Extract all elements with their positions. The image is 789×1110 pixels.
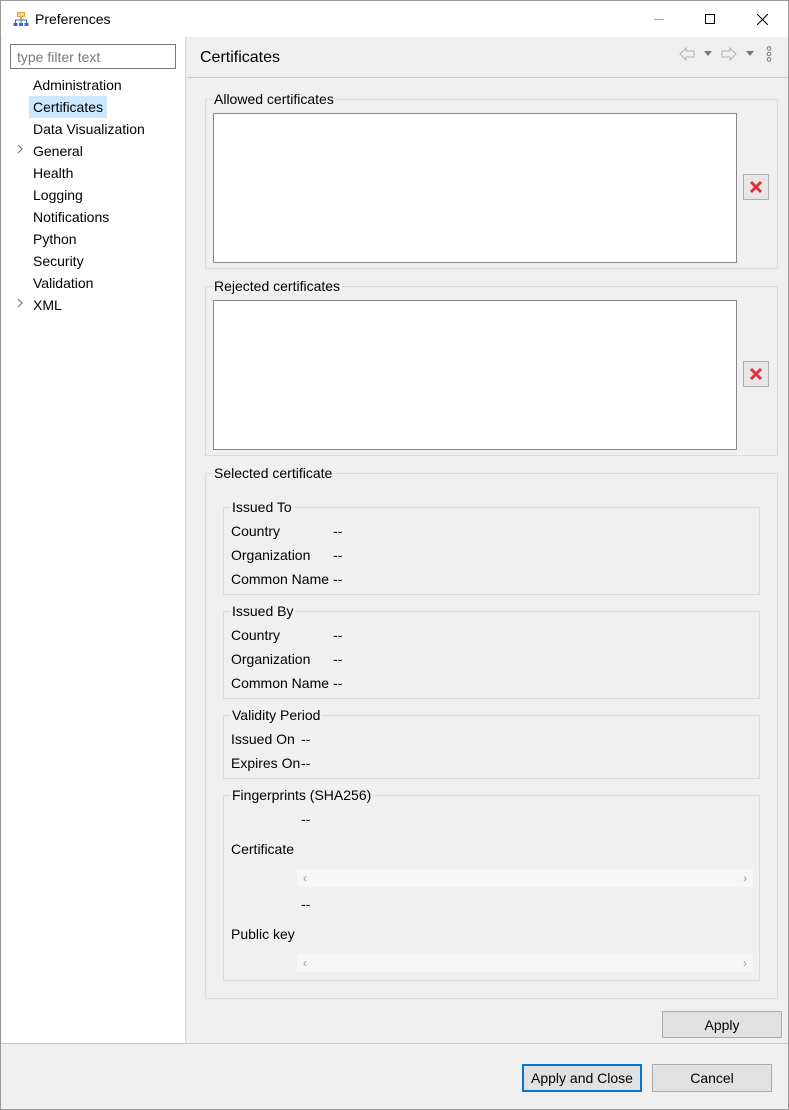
remove-x-icon (749, 180, 763, 194)
issued-by-country-label: Country (231, 627, 281, 643)
tree-item-label: Administration (33, 77, 122, 93)
apply-and-close-button[interactable]: Apply and Close (522, 1064, 642, 1092)
issued-by-organization-label: Organization (231, 651, 311, 667)
filter-input[interactable] (10, 44, 176, 69)
minimize-icon (654, 19, 664, 20)
preferences-app-icon (13, 11, 29, 27)
apply-button[interactable]: Apply (662, 1011, 782, 1038)
certificate-fingerprint-label: Certificate (231, 841, 295, 857)
forward-dropdown-icon[interactable] (746, 49, 754, 59)
back-dropdown-icon[interactable] (704, 49, 712, 59)
issued-by-legend: Issued By (232, 603, 294, 619)
issued-by-country-value: -- (333, 627, 343, 643)
tree-item-certificates[interactable]: Certificates (2, 96, 186, 118)
forward-arrow-icon[interactable] (721, 46, 737, 65)
tree-item-health[interactable]: Health (2, 162, 186, 184)
minimize-button[interactable] (636, 1, 682, 37)
cancel-button[interactable]: Cancel (652, 1064, 772, 1092)
title-bar: Preferences (1, 1, 788, 37)
fingerprints-legend: Fingerprints (SHA256) (232, 787, 372, 803)
window-title: Preferences (35, 11, 111, 27)
tree-item-administration[interactable]: Administration (2, 74, 186, 96)
footer-separator (1, 1043, 788, 1044)
scroll-left-icon[interactable]: ‹ (303, 954, 307, 972)
tree-item-security[interactable]: Security (2, 250, 186, 272)
tree-item-label: Logging (33, 187, 83, 203)
rejected-certificates-list[interactable] (213, 300, 737, 450)
tree-item-label: Security (33, 253, 84, 269)
close-button[interactable] (739, 1, 785, 37)
scroll-left-icon[interactable]: ‹ (303, 869, 307, 887)
tree-item-label: Data Visualization (33, 121, 145, 137)
issued-to-organization-label: Organization (231, 547, 311, 563)
page-header: Certificates (187, 37, 788, 78)
tree-item-general[interactable]: General (2, 140, 186, 162)
selected-certificate-legend: Selected certificate (214, 465, 333, 481)
preference-tree: Administration Certificates Data Visuali… (2, 74, 186, 316)
issued-to-common-name-value: -- (333, 571, 343, 587)
certificate-fingerprint-scrollbar[interactable]: ‹ › (297, 869, 753, 887)
tree-item-python[interactable]: Python (2, 228, 186, 250)
tree-item-label: XML (33, 297, 62, 313)
maximize-icon (705, 14, 715, 24)
close-icon (756, 13, 768, 25)
tree-item-logging[interactable]: Logging (2, 184, 186, 206)
issued-to-organization-value: -- (333, 547, 343, 563)
tree-item-notifications[interactable]: Notifications (2, 206, 186, 228)
issued-by-organization-value: -- (333, 651, 343, 667)
view-menu-icon[interactable] (765, 46, 773, 62)
tree-item-xml[interactable]: XML (2, 294, 186, 316)
scroll-right-icon[interactable]: › (743, 954, 747, 972)
allowed-certificates-list[interactable] (213, 113, 737, 263)
tree-item-label: General (33, 143, 83, 159)
tree-item-label: Health (33, 165, 74, 181)
expires-on-value: -- (301, 755, 311, 771)
validity-period-legend: Validity Period (232, 707, 321, 723)
back-arrow-icon[interactable] (679, 46, 695, 65)
issued-to-country-label: Country (231, 523, 281, 539)
maximize-button[interactable] (687, 1, 733, 37)
preference-page: Certificates Allowed certificates Reject… (187, 37, 788, 1043)
tree-item-label: Validation (33, 275, 94, 291)
chevron-right-icon[interactable] (16, 294, 28, 316)
public-key-fingerprint-value: -- (301, 896, 311, 912)
scroll-right-icon[interactable]: › (743, 869, 747, 887)
public-key-fingerprint-label: Public key (231, 926, 295, 942)
preference-tree-panel: Administration Certificates Data Visuali… (2, 37, 186, 1043)
issued-by-common-name-value: -- (333, 675, 343, 691)
certificate-fingerprint-value: -- (301, 811, 311, 827)
public-key-fingerprint-scrollbar[interactable]: ‹ › (297, 954, 753, 972)
allowed-certificates-legend: Allowed certificates (214, 91, 334, 107)
tree-item-validation[interactable]: Validation (2, 272, 186, 294)
tree-item-label: Python (33, 231, 77, 247)
remove-rejected-button[interactable] (743, 361, 769, 387)
page-title: Certificates (200, 49, 281, 66)
chevron-right-icon[interactable] (16, 140, 28, 162)
tree-item-label: Certificates (29, 96, 108, 118)
issued-on-value: -- (301, 731, 311, 747)
remove-x-icon (749, 367, 763, 381)
issued-to-legend: Issued To (232, 499, 292, 515)
rejected-certificates-legend: Rejected certificates (214, 278, 341, 294)
tree-item-label: Notifications (33, 209, 110, 225)
tree-item-data-visualization[interactable]: Data Visualization (2, 118, 186, 140)
expires-on-label: Expires On (231, 755, 301, 771)
remove-allowed-button[interactable] (743, 174, 769, 200)
issued-by-common-name-label: Common Name (231, 675, 330, 691)
issued-to-common-name-label: Common Name (231, 571, 330, 587)
preferences-window: Preferences Administration Certificates … (0, 0, 789, 1110)
issued-to-country-value: -- (333, 523, 343, 539)
issued-on-label: Issued On (231, 731, 295, 747)
